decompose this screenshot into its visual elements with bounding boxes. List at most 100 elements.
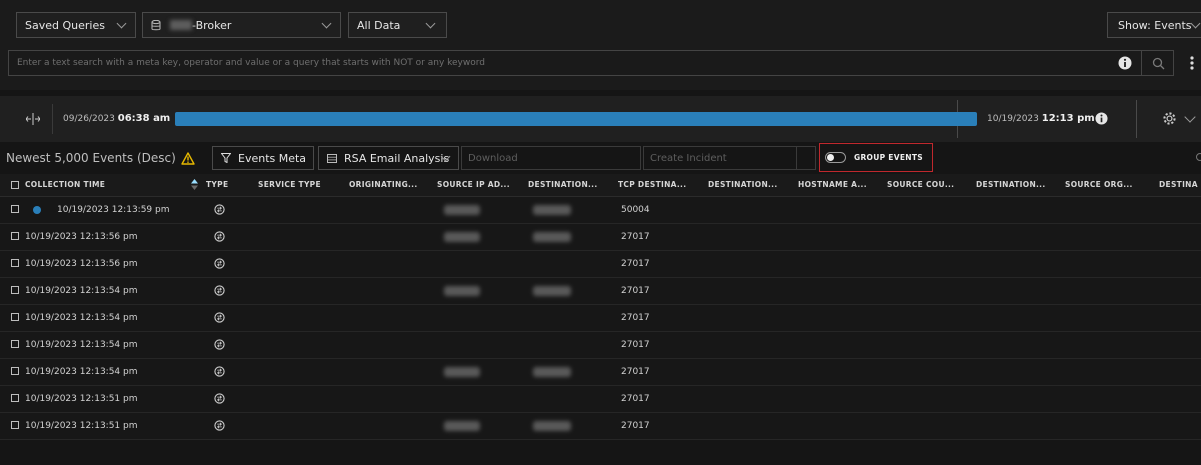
- table-row[interactable]: 10/19/2023 12:13:54 pm 27017: [0, 359, 1201, 386]
- tcp-destination-port: 27017: [621, 394, 650, 404]
- saved-queries-label: Saved Queries: [25, 18, 105, 32]
- collapse-timeline-icon[interactable]: [1184, 111, 1196, 123]
- download-dropdown[interactable]: Download: [461, 146, 641, 170]
- service-dropdown[interactable]: -Broker: [142, 12, 341, 38]
- info-icon[interactable]: [1095, 112, 1108, 125]
- create-incident-caret[interactable]: [796, 147, 815, 169]
- collection-time: 10/19/2023 12:13:54 pm: [25, 313, 138, 323]
- info-icon[interactable]: [1118, 56, 1132, 70]
- collection-time: 10/19/2023 12:13:54 pm: [25, 286, 138, 296]
- column-header[interactable]: TYPE: [206, 174, 228, 196]
- row-checkbox[interactable]: [11, 340, 19, 348]
- database-icon: [151, 19, 161, 30]
- redacted-destination-ip: [533, 286, 571, 296]
- network-event-icon: [214, 231, 225, 242]
- column-header[interactable]: DESTINATION...: [708, 174, 777, 196]
- redacted-destination-ip: [533, 367, 571, 377]
- tcp-destination-port: 27017: [621, 421, 650, 431]
- column-header[interactable]: SOURCE IP AD...: [437, 174, 510, 196]
- timeline-range-bar[interactable]: [175, 112, 977, 126]
- tcp-destination-port: 27017: [621, 259, 650, 269]
- redacted-source-ip: [444, 421, 480, 431]
- network-event-icon: [214, 420, 225, 431]
- table-view-icon: [327, 153, 337, 163]
- filter-icon: [221, 153, 231, 163]
- sort-icon[interactable]: [191, 179, 198, 190]
- query-bar: Saved Queries -Broker All Data Show: Eve…: [0, 0, 1201, 90]
- collection-time: 10/19/2023 12:13:51 pm: [25, 421, 138, 431]
- table-row[interactable]: 10/19/2023 12:13:59 pm 50004: [0, 197, 1201, 224]
- redacted-source-ip: [444, 205, 480, 215]
- row-checkbox[interactable]: [11, 232, 19, 240]
- network-event-icon: [214, 312, 225, 323]
- row-checkbox[interactable]: [11, 313, 19, 321]
- table-header: COLLECTION TIME TYPE SERVICE TYPE ORIGIN…: [0, 174, 1201, 197]
- events-count-label: Newest 5,000 Events (Desc): [6, 151, 176, 165]
- data-scope-dropdown[interactable]: All Data: [348, 12, 447, 38]
- toggle-switch[interactable]: [825, 152, 846, 163]
- table-row[interactable]: 10/19/2023 12:13:51 pm 27017: [0, 386, 1201, 413]
- end-time: 12:13 pm: [1041, 113, 1095, 124]
- column-header[interactable]: DESTINATION...: [528, 174, 597, 196]
- column-header[interactable]: TCP DESTINA...: [618, 174, 686, 196]
- rsa-email-analysis-dropdown[interactable]: RSA Email Analysis: [318, 146, 459, 170]
- events-meta-button[interactable]: Events Meta: [212, 146, 314, 170]
- show-events-dropdown[interactable]: Show: Events: [1107, 12, 1201, 38]
- redacted-source-ip: [444, 367, 480, 377]
- table-row[interactable]: 10/19/2023 12:13:54 pm 27017: [0, 305, 1201, 332]
- table-row[interactable]: 10/19/2023 12:13:51 pm 27017: [0, 413, 1201, 440]
- warning-icon: [181, 151, 195, 165]
- column-header[interactable]: DESTINA: [1159, 174, 1198, 196]
- column-header[interactable]: DESTINATION...: [976, 174, 1045, 196]
- column-header[interactable]: SOURCE ORG...: [1065, 174, 1133, 196]
- row-checkbox[interactable]: [11, 421, 19, 429]
- table-row[interactable]: 10/19/2023 12:13:56 pm 27017: [0, 251, 1201, 278]
- group-events-toggle[interactable]: GROUP EVENTS: [819, 143, 933, 172]
- divider: [1136, 100, 1137, 138]
- row-checkbox[interactable]: [11, 259, 19, 267]
- table-row[interactable]: 10/19/2023 12:13:54 pm 27017: [0, 332, 1201, 359]
- search-placeholder: Enter a text search with a meta key, ope…: [17, 58, 486, 68]
- column-header[interactable]: SOURCE COU...: [887, 174, 954, 196]
- start-datetime: 09/26/2023 06:38 am: [63, 96, 170, 142]
- redacted-destination-ip: [533, 232, 571, 242]
- start-date: 09/26/2023: [63, 114, 115, 124]
- divider: [52, 104, 53, 134]
- download-label: Download: [468, 152, 518, 164]
- redacted-source-ip: [444, 286, 480, 296]
- collection-time: 10/19/2023 12:13:54 pm: [25, 340, 138, 350]
- rsa-email-analysis-label: RSA Email Analysis: [344, 151, 450, 165]
- column-header[interactable]: ORIGINATING...: [349, 174, 417, 196]
- search-button[interactable]: [1141, 50, 1174, 76]
- collection-time: 10/19/2023 12:13:56 pm: [25, 259, 138, 269]
- saved-queries-dropdown[interactable]: Saved Queries: [16, 12, 136, 38]
- more-options-icon[interactable]: [1189, 55, 1195, 71]
- network-event-icon: [214, 285, 225, 296]
- table-row[interactable]: 10/19/2023 12:13:54 pm 27017: [0, 278, 1201, 305]
- tcp-destination-port: 27017: [621, 286, 650, 296]
- tcp-destination-port: 27017: [621, 313, 650, 323]
- gear-icon[interactable]: [1162, 111, 1177, 126]
- search-input[interactable]: Enter a text search with a meta key, ope…: [8, 50, 1174, 76]
- row-checkbox[interactable]: [11, 286, 19, 294]
- row-checkbox[interactable]: [11, 367, 19, 375]
- table-row[interactable]: 10/19/2023 12:13:56 pm 27017: [0, 224, 1201, 251]
- create-incident-dropdown[interactable]: Create Incident: [643, 146, 816, 170]
- column-header[interactable]: HOSTNAME A...: [798, 174, 867, 196]
- tcp-destination-port: 27017: [621, 232, 650, 242]
- row-checkbox[interactable]: [11, 394, 19, 402]
- row-checkbox[interactable]: [11, 205, 19, 213]
- network-event-icon: [214, 258, 225, 269]
- create-incident-label: Create Incident: [650, 152, 727, 164]
- network-event-icon: [214, 366, 225, 377]
- select-all-checkbox[interactable]: [11, 181, 19, 189]
- column-header[interactable]: SERVICE TYPE: [258, 174, 321, 196]
- events-count: Newest 5,000 Events (Desc): [6, 146, 195, 170]
- end-datetime: 10/19/2023 12:13 pm: [987, 96, 1095, 142]
- tcp-destination-port: 27017: [621, 367, 650, 377]
- tcp-destination-port: 50004: [621, 205, 650, 215]
- all-data-label: All Data: [357, 18, 401, 32]
- group-events-label: GROUP EVENTS: [854, 153, 923, 162]
- expand-timeline-icon[interactable]: [26, 113, 40, 125]
- column-header[interactable]: COLLECTION TIME: [25, 174, 105, 196]
